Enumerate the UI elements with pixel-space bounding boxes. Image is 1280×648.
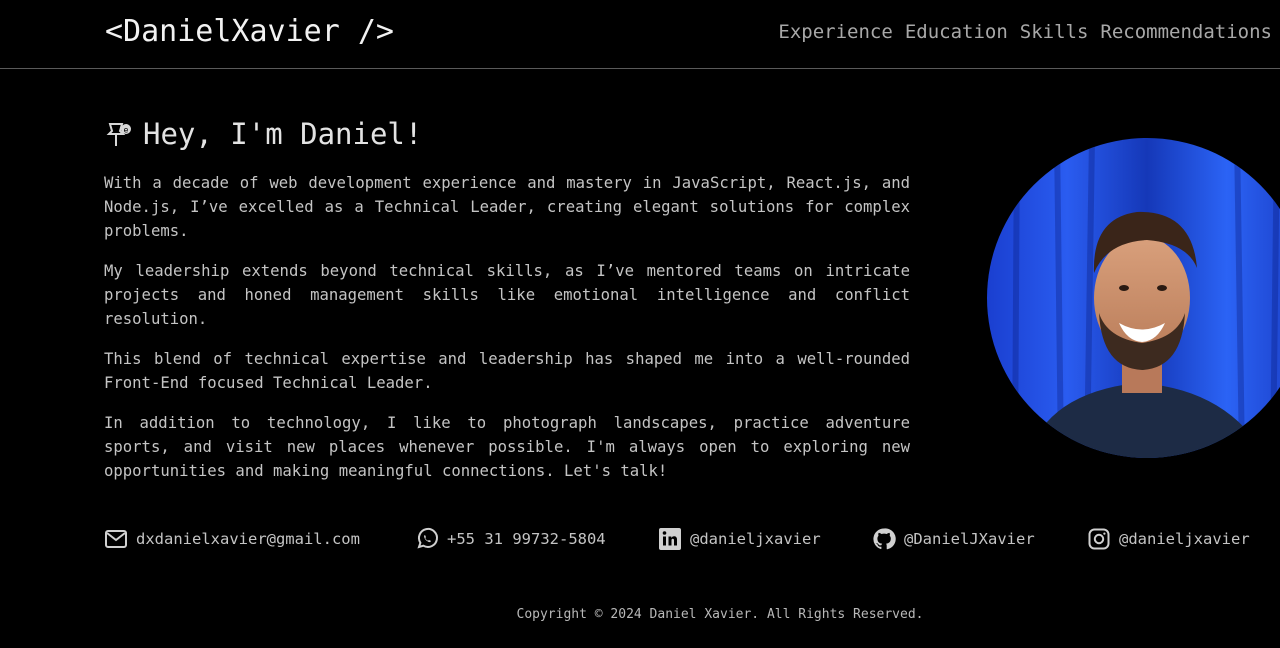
about-paragraph: This blend of technical expertise and le… [104, 350, 910, 392]
nav-experience[interactable]: Experience [778, 21, 892, 43]
site-logo[interactable]: <DanielXavier /> [105, 14, 394, 49]
pushpin-icon: e [106, 123, 131, 146]
contact-email-label: dxdanielxavier@gmail.com [136, 530, 360, 548]
contact-whatsapp-label: +55 31 99732-5804 [447, 530, 606, 548]
github-icon [873, 528, 896, 550]
contact-linkedin[interactable]: @danieljxavier [658, 527, 821, 551]
contact-list: dxdanielxavier@gmail.com +55 31 99732-58… [104, 527, 1280, 553]
svg-text:e: e [124, 126, 129, 135]
nav-education[interactable]: Education [905, 21, 1008, 43]
whatsapp-icon [417, 527, 438, 549]
main-nav: Experience Education Skills Recommendati… [778, 21, 1272, 43]
nav-recommendations[interactable]: Recommendations [1100, 21, 1272, 43]
contact-github-label: @DanielJXavier [904, 530, 1035, 548]
linkedin-icon [659, 528, 681, 550]
contact-instagram[interactable]: @danieljxavier [1087, 527, 1250, 551]
about-paragraph: In addition to technology, I like to pho… [104, 414, 910, 480]
email-icon [105, 530, 127, 548]
nav-skills[interactable]: Skills [1020, 21, 1089, 43]
instagram-icon [1088, 528, 1110, 550]
hero-heading: e Hey, I'm Daniel! [106, 117, 422, 151]
profile-photo [987, 138, 1280, 458]
contact-github[interactable]: @DanielJXavier [872, 527, 1035, 551]
about-paragraph: With a decade of web development experie… [104, 174, 910, 240]
contact-email[interactable]: dxdanielxavier@gmail.com [104, 527, 360, 551]
about-paragraph: My leadership extends beyond technical s… [104, 262, 910, 328]
contact-linkedin-label: @danieljxavier [690, 530, 821, 548]
page-title: Hey, I'm Daniel! [143, 117, 423, 151]
site-header: <DanielXavier /> Experience Education Sk… [0, 0, 1280, 69]
contact-instagram-label: @danieljxavier [1119, 530, 1250, 548]
footer-copyright: Copyright © 2024 Daniel Xavier. All Righ… [516, 607, 924, 622]
contact-whatsapp[interactable]: +55 31 99732-5804 [415, 527, 606, 551]
about-section: With a decade of web development experie… [104, 171, 910, 499]
